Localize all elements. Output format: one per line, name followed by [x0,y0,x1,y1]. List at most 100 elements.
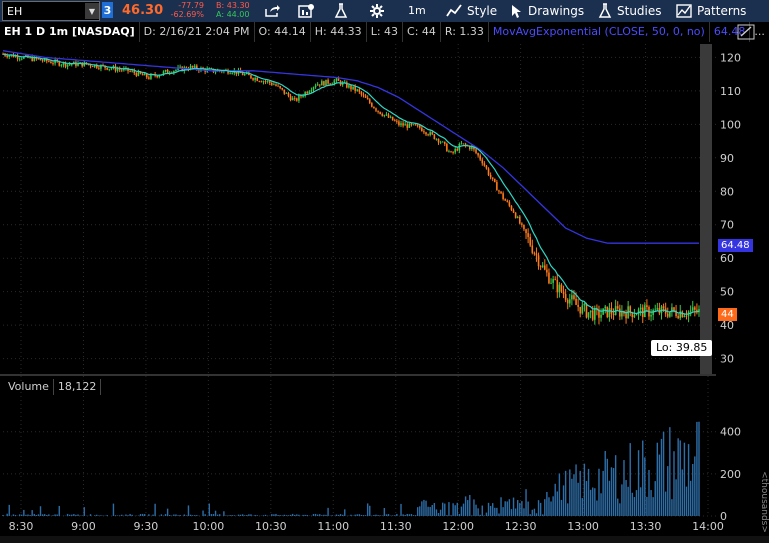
timeframe-button[interactable]: 1m [408,0,426,21]
candle-body [489,174,492,178]
volume-bar [89,514,92,516]
volume-bar [629,443,631,516]
chevron-down-icon[interactable]: ▼ [85,3,99,19]
volume-bar [319,514,321,516]
candle-body [443,141,446,144]
price-tick: 110 [720,85,741,98]
symbol-selector[interactable]: EH ▼ [2,1,100,21]
volume-axis[interactable]: 4002000 [720,426,741,523]
candle-body [612,313,615,315]
candle-body [262,81,265,83]
volume-bar [416,507,419,516]
candle-body [241,73,244,76]
pct-change: -62.69% [170,10,204,19]
candle-body [91,66,94,68]
volume-bar [594,488,596,516]
time-tick: 12:30 [505,520,537,533]
chart-settings-button[interactable] [298,0,321,21]
bar-date: D: 2/16/21 2:04 PM [140,22,255,42]
volume-bar [187,505,190,516]
volume-bar [194,515,196,516]
patterns-menu[interactable]: Patterns [676,0,746,21]
time-tick: 10:00 [193,520,225,533]
volume-bar [504,501,506,516]
ask-value: A: 44.00 [216,10,250,19]
volume-bar [271,514,273,516]
candle-body [650,314,652,317]
volume-bar [360,514,363,516]
volume-bar [196,515,198,516]
candle-body [446,143,448,152]
volume-bar [106,515,108,516]
link-group-badge[interactable]: 3 [102,2,113,18]
candle-body [591,310,594,320]
settings-button[interactable] [370,0,389,21]
candle-body [329,83,331,85]
volume-bar [41,514,44,516]
candle-body [254,77,256,80]
price-tick: 70 [720,219,734,232]
volume-bar [564,470,567,516]
volume-bar [621,484,623,516]
volume-bar [362,515,365,516]
volume-bar [356,514,358,516]
ema-price-tag: 64.48 [718,239,753,252]
volume-bar [631,492,634,516]
candle-body [504,199,507,201]
candle-body [523,224,525,230]
candle-body [512,210,515,213]
price-chart[interactable]: 12011010090807060504030 4002000 8:30 9:00… [0,42,769,536]
volume-bar [419,506,421,516]
studies-flask-button[interactable] [334,0,353,21]
volume-bar [633,497,636,516]
volume-bar [179,514,181,516]
volume-bar [131,514,133,516]
price-tick: 40 [720,319,734,332]
candle-body [502,193,504,200]
volume-bar [473,499,475,516]
candle-body [477,153,479,156]
share-button[interactable] [264,0,285,21]
volume-bar [448,502,450,516]
candle-body [452,152,454,153]
volume-bar [248,514,250,516]
volume-tick: 400 [720,426,741,439]
volume-bar [306,514,308,516]
candle-body [52,63,54,64]
candle-body [616,306,619,309]
drawing-tool-icon[interactable] [737,24,755,40]
candle-body [414,124,417,126]
volume-bar [369,505,371,516]
volume-bar [166,508,169,516]
volume-bar [529,514,531,516]
candle-body [166,69,169,73]
volume-bar [285,515,288,516]
volume-bar [458,513,461,516]
studies-menu[interactable]: Studies [598,0,662,21]
drawings-menu[interactable]: Drawings [511,0,584,21]
candle-body [260,81,263,83]
candle-body [581,305,584,314]
pane-divider[interactable] [0,374,716,376]
volume-bar [412,515,415,516]
volume-bar [337,514,340,516]
candle-body [275,84,277,86]
candle-body [321,81,323,86]
volume-bar [525,489,527,516]
style-menu[interactable]: Style [446,0,497,21]
candle-body [308,91,311,94]
candle-body [662,306,665,309]
volume-bar [460,506,463,516]
volume-bar [212,514,215,516]
candle-body [354,86,356,91]
candle-body [569,299,571,304]
scroll-handle[interactable] [700,44,712,374]
study-label[interactable]: MovAvgExponential (CLOSE, 50, 0, no) [489,22,710,42]
volume-bar [427,506,429,516]
volume-bar [375,514,377,516]
time-axis[interactable]: 8:30 9:00 9:30 10:00 10:30 11:00 11:30 12:00 12:… [9,520,724,533]
candle-body [396,120,398,122]
volume-bar [256,515,258,516]
candle-body [639,307,642,310]
volume-bar [569,469,571,516]
